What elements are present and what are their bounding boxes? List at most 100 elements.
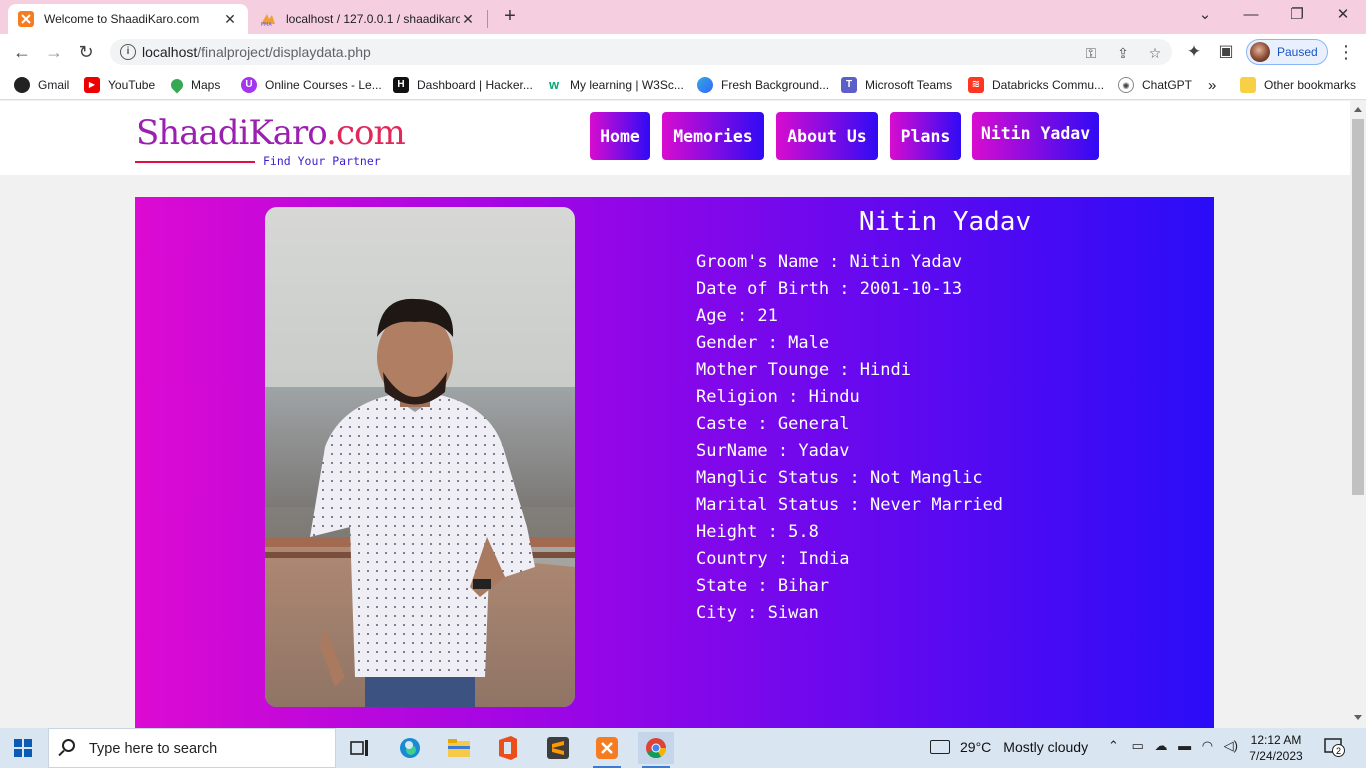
scrollbar-thumb[interactable] <box>1352 119 1364 495</box>
forward-button[interactable]: → <box>42 40 66 64</box>
wifi-icon[interactable]: ◠ <box>1202 738 1213 753</box>
bookmark-w3schools[interactable]: w My learning | W3Sc... <box>546 76 684 94</box>
task-view-icon[interactable] <box>342 732 378 764</box>
reload-button[interactable]: ↻ <box>74 40 98 64</box>
bookmark-gmail[interactable]: Gmail <box>14 76 69 94</box>
detail-marital-status: Marital Status : Never Married <box>696 495 1004 515</box>
tab-search-icon[interactable]: ⌄ <box>1193 4 1217 26</box>
bookmark-label: Other bookmarks <box>1264 78 1357 92</box>
system-clock[interactable]: 12:12 AM 7/24/2023 <box>1248 732 1304 764</box>
youtube-icon: ▶ <box>84 77 100 93</box>
url-host: localhost <box>142 44 198 60</box>
close-tab-icon[interactable]: ✕ <box>222 11 238 28</box>
bookmark-udemy[interactable]: U Online Courses - Le... <box>241 76 382 94</box>
bookmarks-bar: Gmail ▶ YouTube Maps U Online Courses - Le… <box>0 70 1366 100</box>
volume-icon[interactable]: ◁) <box>1224 738 1238 753</box>
tab-divider <box>487 10 488 28</box>
close-window-button[interactable]: ✕ <box>1331 4 1355 26</box>
detail-state: State : Bihar <box>696 576 830 596</box>
minimize-button[interactable]: — <box>1239 4 1263 26</box>
weather-widget[interactable]: 29°C Mostly cloudy <box>930 739 1088 755</box>
address-bar[interactable]: i localhost/finalproject/displaydata.php… <box>110 39 1172 65</box>
url-text[interactable]: localhost/finalproject/displaydata.php <box>142 44 371 60</box>
onedrive-icon[interactable]: ☁ <box>1154 738 1167 753</box>
chrome-taskbar-icon[interactable] <box>638 732 674 768</box>
logo-main: ShaadiKaro <box>136 113 327 153</box>
udemy-icon: U <box>241 77 257 93</box>
site-info-icon[interactable]: i <box>120 44 136 60</box>
windows-start-icon[interactable] <box>14 739 32 757</box>
new-tab-button[interactable]: + <box>499 5 521 27</box>
detail-city: City : Siwan <box>696 603 819 623</box>
side-panel-icon[interactable]: ▣ <box>1214 40 1238 64</box>
weather-condition: Mostly cloudy <box>1003 739 1089 755</box>
bookmark-fresh-background[interactable]: Fresh Background... <box>697 76 829 94</box>
edge-icon <box>697 77 713 93</box>
bookmark-databricks[interactable]: ≋ Databricks Commu... <box>968 76 1104 94</box>
scroll-down-arrow-icon[interactable] <box>1354 715 1362 720</box>
bookmark-teams[interactable]: T Microsoft Teams <box>841 76 952 94</box>
bookmark-star-icon[interactable]: ☆ <box>1146 44 1164 62</box>
tray-chevron-icon[interactable]: ⌃ <box>1108 738 1119 753</box>
profile-photo-image <box>265 207 575 707</box>
maps-icon <box>168 76 186 94</box>
hackerrank-icon: H <box>393 77 409 93</box>
meet-now-icon[interactable]: ▭ <box>1132 738 1144 753</box>
detail-gender: Gender : Male <box>696 333 830 353</box>
clock-time: 12:12 AM <box>1250 733 1302 747</box>
tab-title: Welcome to ShaadiKaro.com <box>44 12 200 26</box>
file-explorer-icon[interactable] <box>441 732 477 764</box>
profile-status: Paused <box>1277 45 1318 59</box>
bookmarks-overflow-button[interactable]: » <box>1208 76 1216 94</box>
site-logo[interactable]: ShaadiKaro.com <box>136 113 406 153</box>
detail-grooms-name: Groom's Name : Nitin Yadav <box>696 252 963 272</box>
bookmark-maps[interactable]: Maps <box>168 76 220 94</box>
taskbar-search-box[interactable]: Type here to search <box>48 728 336 768</box>
folder-icon <box>1240 77 1256 93</box>
w3schools-icon: w <box>546 77 562 93</box>
bookmark-label: Dashboard | Hacker... <box>417 78 533 92</box>
tab-phpmyadmin[interactable]: PMA localhost / 127.0.0.1 / shaadikaro ✕ <box>250 4 486 34</box>
xampp-taskbar-icon[interactable] <box>589 732 625 768</box>
notification-center-button[interactable]: 2 <box>1324 738 1345 757</box>
restore-button[interactable]: ❐ <box>1285 4 1309 26</box>
nav-plans[interactable]: Plans <box>890 112 961 160</box>
tagline: Find Your Partner <box>263 154 381 168</box>
menu-icon[interactable]: ⋮ <box>1334 40 1358 64</box>
url-path: /finalproject/displaydata.php <box>197 44 371 60</box>
teams-icon: T <box>841 77 857 93</box>
detail-religion: Religion : Hindu <box>696 387 860 407</box>
profile-button[interactable]: Paused <box>1246 39 1328 65</box>
page-scrollbar[interactable] <box>1350 101 1366 728</box>
detail-surname: SurName : Yadav <box>696 441 850 461</box>
detail-manglic-status: Manglic Status : Not Manglic <box>696 468 983 488</box>
tab-strip: Welcome to ShaadiKaro.com ✕ PMA localhos… <box>0 0 1366 34</box>
nav-user-profile[interactable]: Nitin Yadav <box>972 112 1099 160</box>
battery-icon[interactable]: ▬ <box>1178 738 1191 753</box>
bookmark-label: ChatGPT <box>1142 78 1193 92</box>
office-icon[interactable] <box>490 732 526 764</box>
phpmyadmin-icon: PMA <box>261 14 275 27</box>
bookmark-label: Online Courses - Le... <box>265 78 382 92</box>
bookmark-hackerrank[interactable]: H Dashboard | Hacker... <box>393 76 533 94</box>
sublime-text-icon[interactable] <box>540 732 576 764</box>
nav-about-us[interactable]: About Us <box>776 112 878 160</box>
extensions-icon[interactable]: ✦ <box>1182 40 1206 64</box>
detail-country: Country : India <box>696 549 850 569</box>
tab-shaadikaro[interactable]: Welcome to ShaadiKaro.com ✕ <box>8 4 248 34</box>
profile-name-heading: Nitin Yadav <box>858 207 1032 237</box>
bookmark-chatgpt[interactable]: ✺ ChatGPT <box>1118 76 1192 94</box>
nav-home[interactable]: Home <box>590 112 650 160</box>
password-key-icon[interactable]: ⚿ <box>1082 44 1100 62</box>
back-button[interactable]: ← <box>10 40 34 64</box>
bookmark-youtube[interactable]: ▶ YouTube <box>84 76 155 94</box>
nav-memories[interactable]: Memories <box>662 112 764 160</box>
edge-taskbar-icon[interactable] <box>392 732 428 764</box>
other-bookmarks[interactable]: Other bookmarks <box>1240 76 1356 94</box>
site-header: ShaadiKaro.com Find Your Partner Home Me… <box>0 101 1350 175</box>
close-tab-icon[interactable]: ✕ <box>460 11 476 28</box>
share-icon[interactable]: ⇪ <box>1114 44 1132 62</box>
bookmark-label: My learning | W3Sc... <box>570 78 684 92</box>
gmail-icon <box>14 77 30 93</box>
scroll-up-arrow-icon[interactable] <box>1354 107 1362 112</box>
